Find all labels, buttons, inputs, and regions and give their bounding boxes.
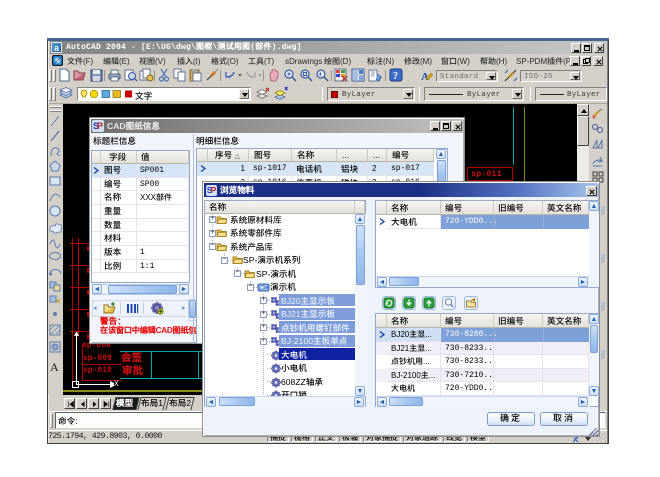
svg-text:A: A: [50, 360, 59, 374]
svg-text:?: ?: [393, 71, 398, 82]
